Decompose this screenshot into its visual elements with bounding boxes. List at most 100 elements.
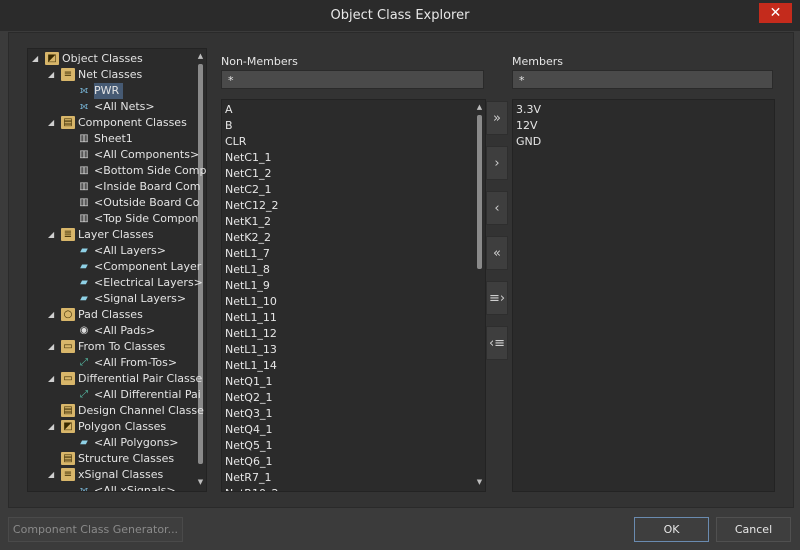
list-item[interactable]: 12V: [516, 118, 538, 134]
diff-pair-icon: ⤢: [80, 389, 88, 400]
non-members-list[interactable]: ▲ ▼ A B CLR NetC1_1 NetC1_2 NetC2_1 NetC12_2 Ne…: [221, 99, 486, 492]
expand-toggle-icon[interactable]: ◢: [48, 227, 58, 243]
tree-item-label: Differential Pair Classe: [78, 372, 203, 385]
scroll-up-icon[interactable]: ▲: [475, 103, 484, 113]
close-button[interactable]: ✕: [759, 3, 792, 23]
net-classes-icon: ≡: [61, 68, 75, 81]
list-item[interactable]: NetL1_8: [225, 262, 270, 278]
non-members-label: Non-Members: [221, 55, 298, 68]
tree-item-label: Object Classes: [62, 52, 143, 65]
list-item[interactable]: NetL1_7: [225, 246, 270, 262]
list-item[interactable]: NetK1_2: [225, 214, 271, 230]
cancel-button[interactable]: Cancel: [716, 517, 791, 542]
diff-pair-classes-icon: ▭: [61, 372, 75, 385]
remove-selected-button[interactable]: ‹≡: [486, 326, 508, 360]
ok-button[interactable]: OK: [634, 517, 709, 542]
scroll-up-icon[interactable]: ▲: [196, 52, 205, 62]
tree-item-label: <All Nets>: [94, 100, 155, 113]
expand-toggle-icon[interactable]: ◢: [48, 115, 58, 131]
object-classes-icon: ◩: [45, 52, 59, 65]
list-item[interactable]: NetL1_13: [225, 342, 277, 358]
list-item[interactable]: NetQ2_1: [225, 390, 272, 406]
list-item[interactable]: NetR7_1: [225, 470, 271, 486]
list-item[interactable]: NetQ5_1: [225, 438, 272, 454]
list-item[interactable]: NetQ3_1: [225, 406, 272, 422]
tree-item-label: Design Channel Classe: [78, 404, 204, 417]
expand-toggle-icon[interactable]: ◢: [48, 371, 58, 387]
layer-icon: ▰: [80, 245, 88, 256]
remove-button[interactable]: ‹: [486, 191, 508, 225]
tree-item-label: <All Pads>: [94, 324, 156, 337]
non-members-scrollbar[interactable]: ▲ ▼: [475, 101, 484, 490]
list-item[interactable]: NetL1_14: [225, 358, 277, 374]
list-item[interactable]: 3.3V: [516, 102, 541, 118]
tree-item-label: <Outside Board Co: [94, 196, 200, 209]
list-item[interactable]: NetC2_1: [225, 182, 272, 198]
component-icon: ▥: [79, 133, 89, 144]
list-item[interactable]: B: [225, 118, 233, 134]
expand-toggle-icon[interactable]: ◢: [48, 419, 58, 435]
members-label: Members: [512, 55, 563, 68]
xsignal-classes-icon: ≡: [61, 468, 75, 481]
tree-item-label: <All Components>: [94, 148, 200, 161]
non-members-filter-input[interactable]: *: [221, 70, 484, 89]
scroll-down-icon[interactable]: ▼: [196, 478, 205, 488]
xsignal-icon: ⟗: [79, 485, 89, 492]
tree-item-label: <Bottom Side Comp: [94, 164, 207, 177]
list-item[interactable]: NetC12_2: [225, 198, 279, 214]
list-item[interactable]: NetK2_2: [225, 230, 271, 246]
tree-item-label: <All From-Tos>: [94, 356, 178, 369]
polygon-classes-icon: ◩: [61, 420, 75, 433]
tree-item-label: <Electrical Layers>: [94, 276, 203, 289]
expand-toggle-icon[interactable]: ◢: [48, 339, 58, 355]
tree-item-label: <Top Side Compon: [94, 212, 199, 225]
layer-icon: ▰: [80, 261, 88, 272]
net-icon: ⟗: [79, 101, 89, 112]
component-class-generator-button[interactable]: Component Class Generator...: [8, 517, 183, 542]
layer-icon: ▰: [80, 277, 88, 288]
layer-classes-icon: ≣: [61, 228, 75, 241]
list-item[interactable]: NetL1_12: [225, 326, 277, 342]
list-item[interactable]: CLR: [225, 134, 246, 150]
component-icon: ▥: [79, 197, 89, 208]
layer-icon: ▰: [80, 293, 88, 304]
from-to-classes-icon: ▭: [61, 340, 75, 353]
tree-item-label: Layer Classes: [78, 228, 154, 241]
add-selected-button[interactable]: ≡›: [486, 281, 508, 315]
list-item[interactable]: NetQ1_1: [225, 374, 272, 390]
tree-item-label: Sheet1: [94, 132, 133, 145]
expand-toggle-icon[interactable]: ◢: [32, 51, 42, 67]
members-list[interactable]: 3.3V 12V GND: [512, 99, 775, 492]
list-item[interactable]: NetC1_2: [225, 166, 272, 182]
expand-toggle-icon[interactable]: ◢: [48, 307, 58, 323]
component-icon: ▥: [79, 213, 89, 224]
list-item[interactable]: NetQ6_1: [225, 454, 272, 470]
expand-toggle-icon[interactable]: ◢: [48, 467, 58, 483]
list-item[interactable]: NetR10_2: [225, 486, 278, 491]
add-all-button[interactable]: »: [486, 101, 508, 135]
tree-item-label: <All Layers>: [94, 244, 166, 257]
net-icon: ⟗: [79, 85, 89, 96]
tree-item-label: <All Polygons>: [94, 436, 179, 449]
list-item[interactable]: A: [225, 102, 233, 118]
expand-toggle-icon[interactable]: ◢: [48, 67, 58, 83]
list-item[interactable]: NetC1_1: [225, 150, 272, 166]
list-item[interactable]: NetL1_10: [225, 294, 277, 310]
tree-item-label: <Component Layer: [94, 260, 202, 273]
design-channel-classes-icon: ▤: [61, 404, 75, 417]
component-icon: ▥: [79, 165, 89, 176]
scrollbar-thumb[interactable]: [477, 115, 482, 269]
list-item[interactable]: NetL1_9: [225, 278, 270, 294]
add-button[interactable]: ›: [486, 146, 508, 180]
component-icon: ▥: [79, 181, 89, 192]
members-filter-input[interactable]: *: [512, 70, 773, 89]
remove-all-button[interactable]: «: [486, 236, 508, 270]
list-item[interactable]: GND: [516, 134, 541, 150]
scroll-down-icon[interactable]: ▼: [475, 478, 484, 488]
title-bar: Object Class Explorer ✕: [0, 0, 800, 31]
class-tree[interactable]: ▲ ▼ ◢ ◩ Object Classes ◢ ≡ Net Classes ⟗ PWR ⟗ <A…: [27, 48, 207, 492]
pad-icon: ◉: [79, 325, 89, 336]
list-item[interactable]: NetL1_11: [225, 310, 277, 326]
list-item[interactable]: NetQ4_1: [225, 422, 272, 438]
tree-item-label: Component Classes: [78, 116, 187, 129]
